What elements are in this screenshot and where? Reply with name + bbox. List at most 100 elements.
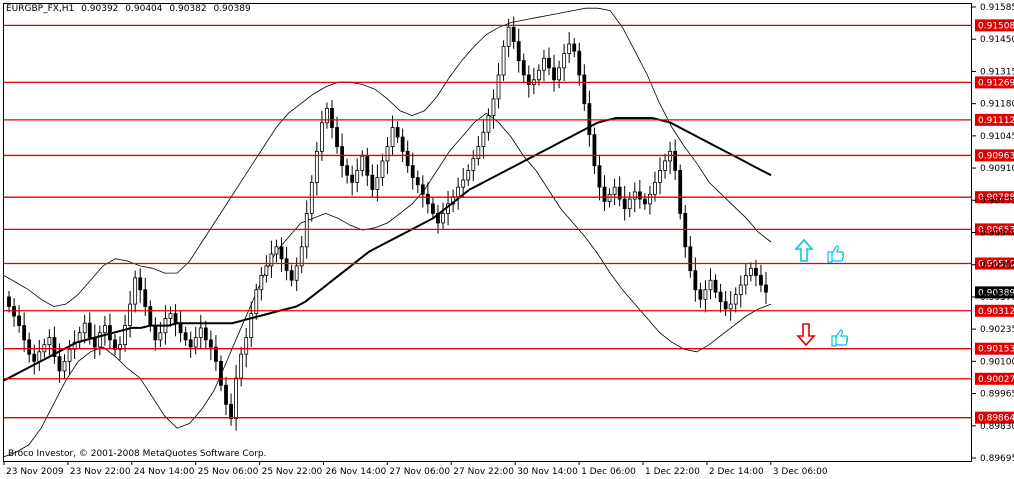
candle-body [148, 306, 153, 326]
candle-body [102, 325, 107, 334]
price-chart[interactable]: 0.915080.912690.911120.909630.907880.906… [0, 0, 1014, 479]
candle-body [87, 322, 92, 338]
y-tick-label: 0.89695 [980, 454, 1014, 464]
x-tick-label: 24 Nov 14:00 [134, 467, 195, 477]
candle-body [708, 279, 713, 291]
candle-body [395, 127, 400, 138]
candle-body [173, 313, 178, 324]
candle-body [143, 289, 148, 307]
x-tick-label: 1 Dec 06:00 [581, 467, 636, 477]
candle-body [597, 165, 602, 188]
x-tick-label: 2 Dec 14:00 [709, 467, 764, 477]
candle-body [471, 158, 476, 171]
candle-body [537, 69, 541, 81]
x-axis: 23 Nov 2009 23 Nov 22:00 24 Nov 14:00 25 No… [3, 461, 828, 477]
candle-body [325, 108, 329, 124]
candle-body [304, 213, 309, 248]
candle-body [547, 57, 551, 69]
candle-body [319, 122, 324, 152]
candle-body [653, 181, 657, 195]
candle-body [198, 327, 203, 338]
candle-body [587, 103, 592, 136]
x-tick-label: 27 Nov 06:00 [389, 467, 450, 477]
y-tick-label: 0.90910 [980, 164, 1014, 174]
candle-body [491, 98, 496, 116]
candle-body [330, 108, 334, 128]
candle-body [607, 193, 612, 202]
candle-body [521, 60, 526, 76]
candle-body [683, 213, 688, 248]
candle-body [289, 270, 294, 281]
x-tick-label: 26 Nov 14:00 [326, 467, 387, 477]
x-tick-label: 1 Dec 22:00 [645, 467, 700, 477]
candle-body [22, 325, 27, 341]
candle-body [476, 146, 481, 159]
candle-body [158, 332, 163, 341]
candle-body [355, 170, 360, 183]
candle-body [47, 337, 52, 346]
candle-body [481, 131, 486, 147]
symbol-label: EURGBP_FX,H1 [6, 4, 75, 14]
candle-body [365, 155, 370, 176]
candle-body [542, 57, 546, 71]
chart-frame [3, 3, 972, 462]
candle-body [693, 270, 698, 291]
y-tick-label: 0.89965 [980, 390, 1014, 400]
candle-body [279, 246, 284, 260]
candle-body [668, 150, 673, 162]
candle-body [62, 360, 67, 372]
candle-body [410, 165, 415, 179]
candle-body [713, 279, 718, 293]
y-tick-label: 0.90640 [980, 229, 1014, 239]
candle-body [335, 127, 339, 147]
ohlc-high: 0.90404 [125, 4, 163, 14]
candle-body [673, 150, 678, 171]
candle-body [284, 258, 289, 272]
candle-body [203, 327, 208, 341]
level-label: 0.90963 [978, 151, 1014, 161]
candle-body [678, 170, 683, 214]
candle-body [456, 186, 461, 198]
x-tick-label: 25 Nov 06:00 [198, 467, 259, 477]
candle-body [350, 174, 355, 183]
candle-body [582, 74, 587, 105]
candle-body [637, 191, 642, 200]
candle-body [229, 403, 233, 420]
y-tick-label: 0.90235 [980, 325, 1014, 335]
candle-body [511, 26, 516, 43]
candle-body [663, 160, 667, 171]
candle-body [501, 45, 506, 76]
x-tick-label: 3 Dec 06:00 [773, 467, 828, 477]
candle-body [340, 146, 344, 167]
candle-body [219, 360, 223, 386]
candle-body [658, 170, 662, 183]
candle-body [723, 301, 728, 310]
candle-body [224, 384, 228, 405]
chart-header: EURGBP_FX,H1 0.90392 0.90404 0.90382 0.9… [6, 4, 255, 14]
ohlc-open: 0.90392 [81, 4, 119, 14]
candle-body [562, 53, 567, 69]
ohlc-low: 0.90382 [169, 4, 207, 14]
candle-body [441, 213, 445, 224]
candle-body [431, 203, 435, 214]
candle-body [244, 337, 249, 355]
ohlc-close: 0.90389 [213, 4, 251, 14]
candle-body [183, 332, 188, 341]
candle-body [27, 339, 32, 355]
candle-body [759, 275, 763, 286]
candle-body [67, 349, 72, 362]
y-tick-label: 0.90505 [980, 261, 1014, 271]
candle-body [168, 313, 173, 319]
candle-body [128, 303, 133, 326]
candle-body [718, 291, 723, 303]
level-label: 0.90153 [978, 345, 1014, 355]
candle-body [375, 177, 380, 190]
candle-body [264, 265, 269, 276]
candle-body [208, 339, 213, 348]
y-tick-label: 0.91045 [980, 132, 1014, 142]
candle-body [97, 332, 102, 348]
candle-body [193, 337, 198, 348]
candle-body [32, 353, 37, 362]
candle-body [234, 377, 239, 420]
y-tick-label: 0.90100 [980, 357, 1014, 367]
